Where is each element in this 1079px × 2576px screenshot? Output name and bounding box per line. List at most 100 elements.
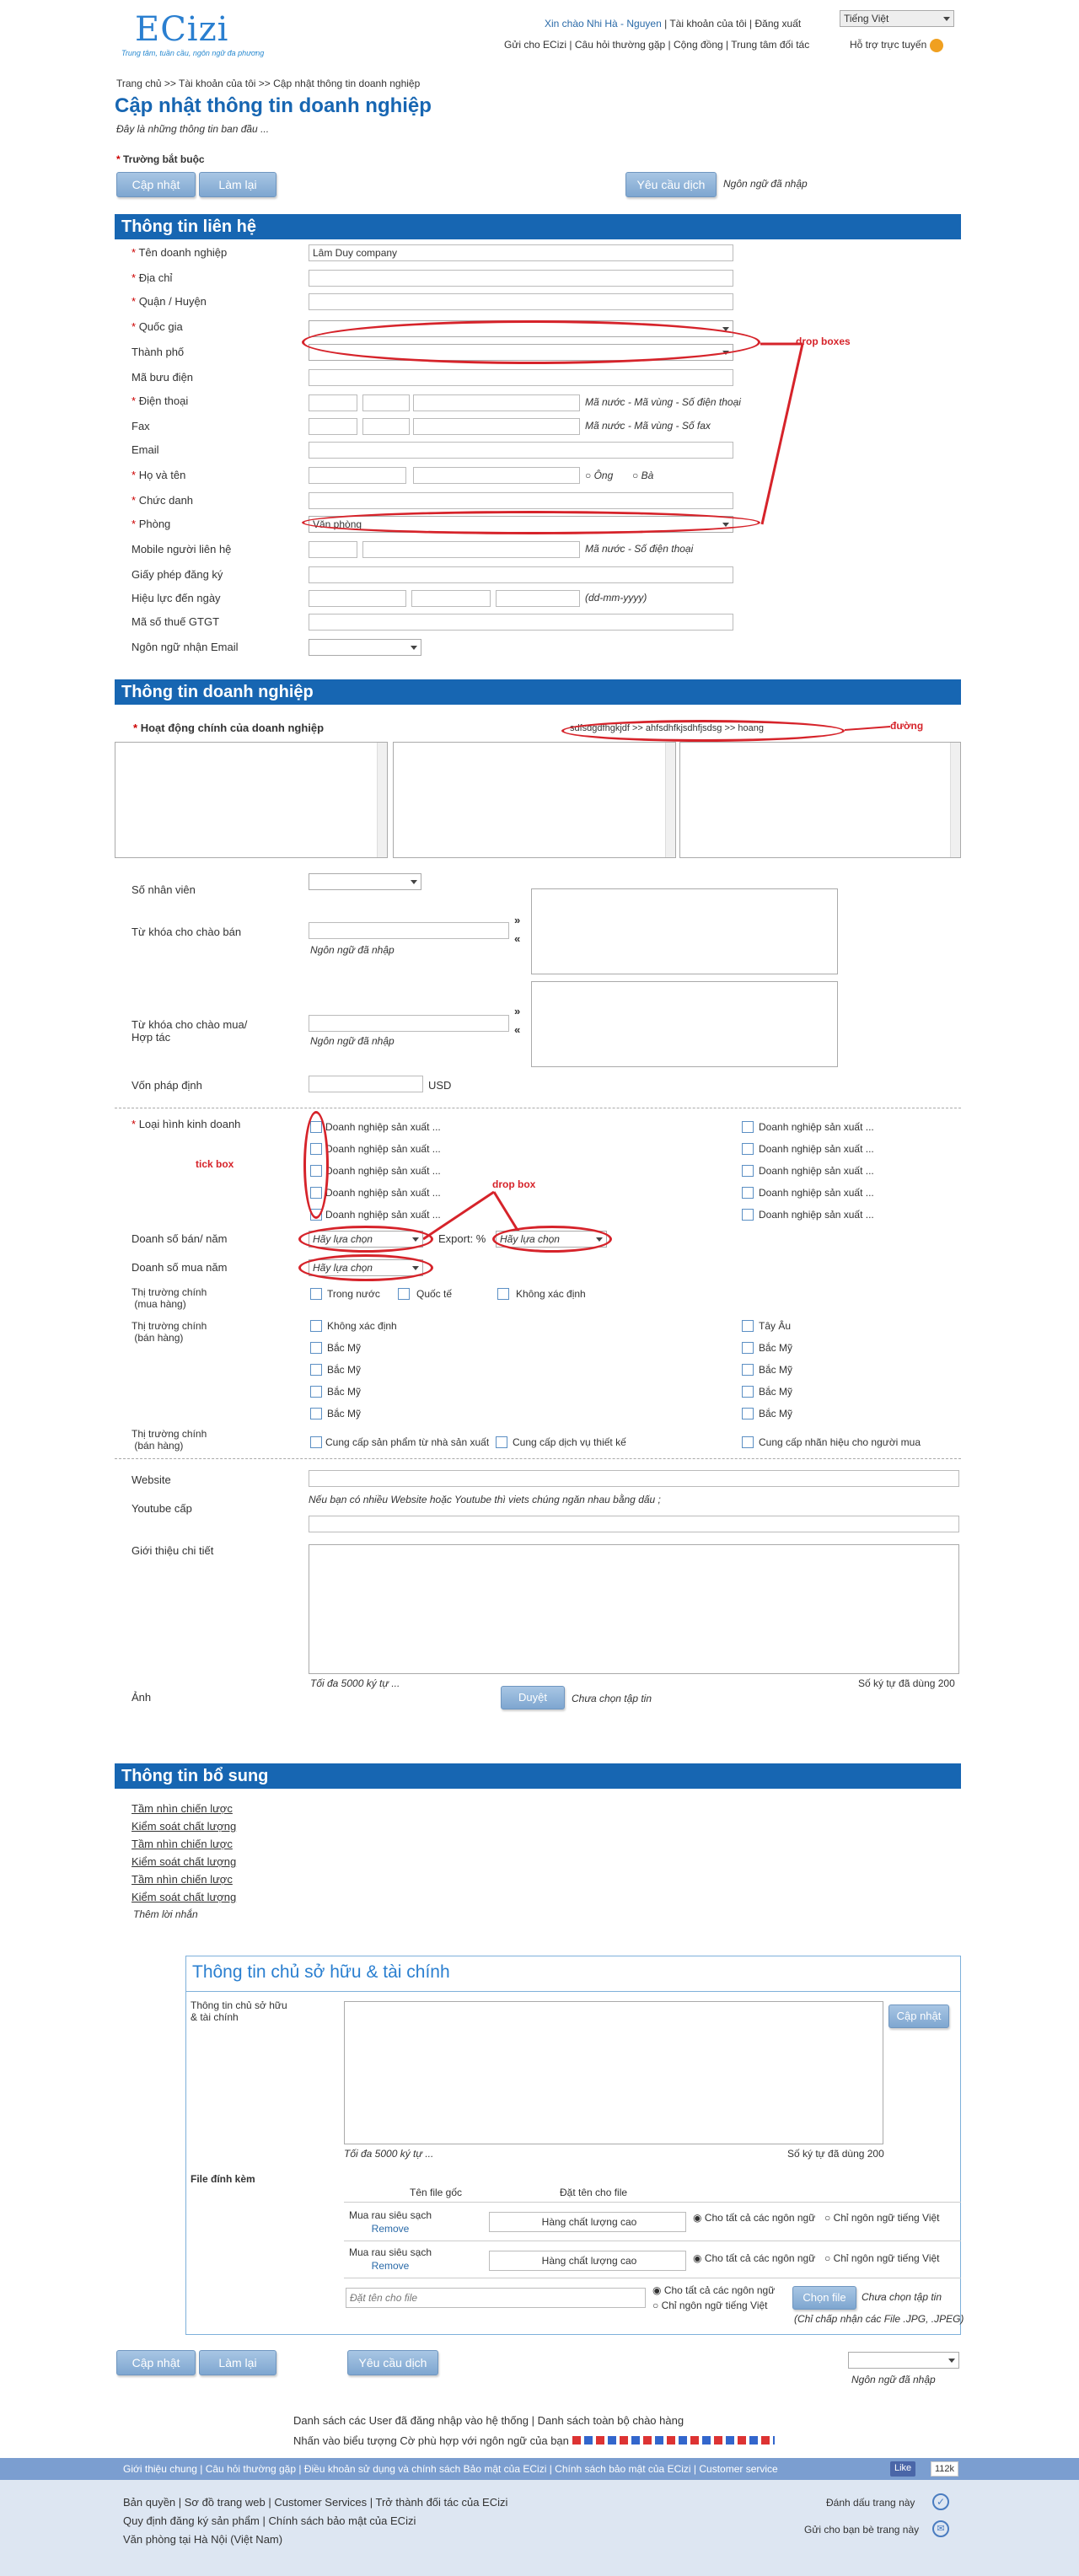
- gender-radio-mr[interactable]: ○ Ông: [585, 470, 613, 481]
- new-file-radios[interactable]: ◉ Cho tất cả các ngôn ngữ ○ Chỉ ngôn ngữ …: [652, 2283, 775, 2313]
- footer-row-1[interactable]: Bản quyền | Sơ đồ trang web | Customer S…: [123, 2493, 507, 2512]
- market-sell-left-checkbox[interactable]: [310, 1320, 322, 1332]
- position-input[interactable]: [309, 492, 733, 509]
- file-2-remove[interactable]: Remove: [372, 2260, 410, 2272]
- file-1-remove[interactable]: Remove: [372, 2223, 410, 2235]
- biztype-right-checkbox[interactable]: [742, 1121, 754, 1133]
- bookmark-icon[interactable]: ✓: [932, 2493, 949, 2510]
- company-input[interactable]: Lâm Duy company: [309, 244, 733, 261]
- kw-buy-list[interactable]: [531, 981, 838, 1067]
- fax-area-input[interactable]: [362, 418, 410, 435]
- extra-link[interactable]: Tầm nhìn chiến lược: [132, 1873, 233, 1886]
- bottom-reset-button[interactable]: Làm lại: [199, 2350, 276, 2375]
- phone-number-input[interactable]: [413, 394, 580, 411]
- market-sell-right-checkbox[interactable]: [742, 1320, 754, 1332]
- nav-send[interactable]: Gửi cho ECizi: [504, 39, 566, 51]
- district-input[interactable]: [309, 293, 733, 310]
- supply2-checkbox[interactable]: [496, 1436, 507, 1448]
- offers-list-link[interactable]: Danh sách toàn bộ chào hàng: [538, 2414, 684, 2427]
- phone-country-input[interactable]: [309, 394, 357, 411]
- mobile-number-input[interactable]: [362, 541, 580, 558]
- send-friend-link[interactable]: Gửi cho bạn bè trang này: [804, 2524, 919, 2536]
- kw-buy-remove-icon[interactable]: «: [514, 1023, 520, 1036]
- fax-country-input[interactable]: [309, 418, 357, 435]
- address-input[interactable]: [309, 270, 733, 287]
- biztype-right-checkbox[interactable]: [742, 1165, 754, 1177]
- footer-privacy[interactable]: Chính sách bảo mật của ECizi: [555, 2463, 690, 2475]
- extra-link[interactable]: Kiểm soát chất lượng: [132, 1820, 236, 1833]
- gender-radio-ms[interactable]: ○ Bà: [632, 470, 653, 481]
- mobile-country-input[interactable]: [309, 541, 357, 558]
- users-list-link[interactable]: Danh sách các User đã đăng nhập vào hệ t…: [293, 2414, 529, 2427]
- employees-select[interactable]: [309, 873, 421, 890]
- fb-like-button[interactable]: Like: [890, 2461, 916, 2477]
- choose-file-button[interactable]: Chọn file: [792, 2286, 856, 2310]
- file-2-radio-all[interactable]: ◉ Cho tất cả các ngôn ngữ: [693, 2252, 815, 2264]
- valid-day-input[interactable]: [309, 590, 406, 607]
- kw-sell-remove-icon[interactable]: «: [514, 932, 520, 945]
- domestic-checkbox[interactable]: [310, 1288, 322, 1300]
- market-sell-right-checkbox[interactable]: [742, 1408, 754, 1419]
- category-list-1[interactable]: [115, 742, 388, 858]
- logout-link[interactable]: Đăng xuất: [755, 18, 802, 30]
- market-sell-left-checkbox[interactable]: [310, 1408, 322, 1419]
- supply1-checkbox[interactable]: [310, 1436, 322, 1448]
- email-lang-select[interactable]: [309, 639, 421, 656]
- footer-service[interactable]: Customer service: [699, 2463, 777, 2475]
- biztype-right-checkbox[interactable]: [742, 1143, 754, 1155]
- nav-community[interactable]: Cộng đồng: [674, 39, 723, 51]
- footer-row-2[interactable]: Quy định đăng ký sản phẩm | Chính sách b…: [123, 2512, 507, 2530]
- new-file-name-input[interactable]: Đặt tên cho file: [346, 2288, 646, 2308]
- footer-about[interactable]: Giới thiệu chung: [123, 2463, 197, 2475]
- nav-partners[interactable]: Trung tâm đối tác: [731, 39, 809, 51]
- online-support[interactable]: Hỗ trợ trực tuyến: [850, 39, 943, 52]
- kw-sell-input[interactable]: [309, 922, 509, 939]
- undefined-checkbox[interactable]: [497, 1288, 509, 1300]
- biztype-right-checkbox[interactable]: [742, 1209, 754, 1221]
- phone-area-input[interactable]: [362, 394, 410, 411]
- market-sell-left-checkbox[interactable]: [310, 1364, 322, 1376]
- bottom-update-button[interactable]: Cập nhật: [116, 2350, 196, 2375]
- capital-input[interactable]: [309, 1076, 423, 1092]
- last-name-input[interactable]: [413, 467, 580, 484]
- logo[interactable]: ECizi: [135, 10, 228, 49]
- browse-button[interactable]: Duyệt: [501, 1686, 565, 1709]
- market-sell-left-checkbox[interactable]: [310, 1342, 322, 1354]
- biztype-right-checkbox[interactable]: [742, 1187, 754, 1199]
- postal-input[interactable]: [309, 369, 733, 386]
- extra-link[interactable]: Tầm nhìn chiến lược: [132, 1838, 233, 1850]
- category-list-2[interactable]: [393, 742, 676, 858]
- email-input[interactable]: [309, 442, 733, 459]
- mail-icon[interactable]: ✉: [932, 2520, 949, 2537]
- flags-icon[interactable]: [572, 2436, 775, 2445]
- owner-textarea[interactable]: [344, 2001, 883, 2144]
- kw-sell-add-icon[interactable]: »: [514, 914, 520, 926]
- fax-number-input[interactable]: [413, 418, 580, 435]
- extra-link[interactable]: Kiểm soát chất lượng: [132, 1855, 236, 1868]
- market-sell-right-checkbox[interactable]: [742, 1342, 754, 1354]
- footer-faq[interactable]: Câu hỏi thường gặp: [206, 2463, 296, 2475]
- my-account-link[interactable]: Tài khoản của tôi: [669, 18, 746, 30]
- owner-update-button[interactable]: Cập nhật: [888, 2004, 949, 2028]
- supply3-checkbox[interactable]: [742, 1436, 754, 1448]
- extra-link[interactable]: Kiểm soát chất lượng: [132, 1891, 236, 1903]
- extra-link[interactable]: Tầm nhìn chiến lược: [132, 1802, 233, 1815]
- intro-textarea[interactable]: [309, 1544, 959, 1674]
- kw-sell-list[interactable]: [531, 888, 838, 974]
- file-1-radio-vn[interactable]: ○ Chỉ ngôn ngữ tiếng Việt: [824, 2212, 940, 2224]
- category-list-3[interactable]: [679, 742, 961, 858]
- translate-button[interactable]: Yêu cầu dịch: [625, 172, 717, 197]
- first-name-input[interactable]: [309, 467, 406, 484]
- international-checkbox[interactable]: [398, 1288, 410, 1300]
- website-input[interactable]: [309, 1470, 959, 1487]
- bookmark-link[interactable]: Đánh dấu trang này: [826, 2497, 915, 2509]
- footer-terms[interactable]: Điều khoản sử dụng và chính sách Bảo mật…: [304, 2463, 547, 2475]
- valid-year-input[interactable]: [496, 590, 580, 607]
- youtube-input[interactable]: [309, 1516, 959, 1532]
- file-2-name[interactable]: Hàng chất lượng cao: [489, 2251, 686, 2271]
- market-sell-right-checkbox[interactable]: [742, 1364, 754, 1376]
- market-sell-right-checkbox[interactable]: [742, 1386, 754, 1398]
- file-1-radio-all[interactable]: ◉ Cho tất cả các ngôn ngữ: [693, 2212, 815, 2224]
- market-sell-left-checkbox[interactable]: [310, 1386, 322, 1398]
- license-input[interactable]: [309, 566, 733, 583]
